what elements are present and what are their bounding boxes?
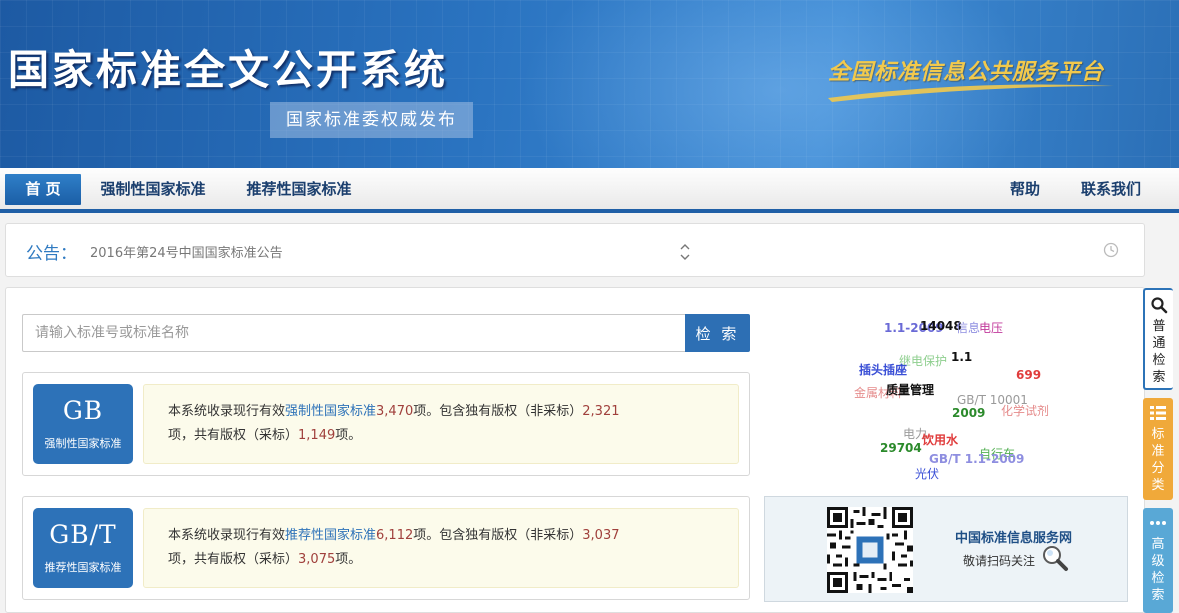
cloud-word[interactable]: 信息 xyxy=(956,319,980,336)
slogan-swoosh-icon xyxy=(828,84,1114,102)
cloud-word[interactable]: 699 xyxy=(1016,368,1041,382)
up-down-arrows-icon[interactable] xyxy=(678,241,692,263)
summary-prefix: 本系统收录现行有效 xyxy=(168,404,286,419)
cloud-word[interactable]: 1.1 xyxy=(951,350,972,364)
site-subtitle: 国家标准委权威发布 xyxy=(270,102,473,138)
main-nav: 首 页 强制性国家标准 推荐性国家标准 帮助 联系我们 xyxy=(0,168,1179,213)
qr-code-box: 中国标准信息服务网 敬请扫码关注 xyxy=(764,496,1128,602)
search-icon xyxy=(1151,297,1168,314)
cloud-word[interactable]: 化学试剂 xyxy=(1001,402,1049,419)
summary-shared: 1,149 xyxy=(298,428,336,443)
summary-shared: 3,075 xyxy=(298,552,336,567)
summary-mid1: 项。包含独有版权（非采标） xyxy=(413,528,583,543)
side-tab-advanced-search[interactable]: 高级检索 xyxy=(1143,508,1173,613)
announcement-bar: 公告： 2016年第24号中国国家标准公告 xyxy=(5,223,1145,277)
summary-category-link[interactable]: 强制性国家标准 xyxy=(285,404,376,419)
nav-home[interactable]: 首 页 xyxy=(5,174,81,205)
standard-card-gbt: GB/T 推荐性国家标准 本系统收录现行有效推荐性国家标准6,112项。包含独有… xyxy=(22,496,750,600)
standard-type: 推荐性国家标准 xyxy=(44,561,122,574)
summary-total: 3,470 xyxy=(376,404,414,419)
summary-category-link[interactable]: 推荐性国家标准 xyxy=(285,528,376,543)
side-tab-label: 高级检索 xyxy=(1151,537,1165,603)
standard-code: GB xyxy=(62,396,104,425)
cloud-word[interactable]: GB/T 1.1-2009 xyxy=(929,452,1024,466)
gb-badge[interactable]: GB 强制性国家标准 xyxy=(33,384,133,464)
grid-list-icon xyxy=(1150,406,1166,420)
nav-help[interactable]: 帮助 xyxy=(1008,174,1042,205)
standard-summary: 本系统收录现行有效推荐性国家标准6,112项。包含独有版权（非采标）3,037 项… xyxy=(143,508,739,588)
cloud-word[interactable]: 质量管理 xyxy=(886,381,934,398)
cloud-word[interactable]: 2009 xyxy=(952,406,985,420)
summary-prefix: 本系统收录现行有效 xyxy=(168,528,286,543)
summary-mid2: 项，共有版权（采标） xyxy=(168,552,299,567)
announcement-label: 公告： xyxy=(26,244,77,264)
side-tab-label: 标准分类 xyxy=(1151,427,1165,493)
side-tab-normal-search[interactable]: 普通检索 xyxy=(1143,288,1173,390)
qr-code-icon xyxy=(827,507,913,593)
nav-mandatory-standards[interactable]: 强制性国家标准 xyxy=(100,174,206,205)
more-dots-icon xyxy=(1150,521,1166,525)
gbt-badge[interactable]: GB/T 推荐性国家标准 xyxy=(33,508,133,588)
nav-contact-us[interactable]: 联系我们 xyxy=(1080,174,1142,205)
summary-mid2: 项，共有版权（采标） xyxy=(168,428,299,443)
summary-suffix: 项。 xyxy=(335,428,362,443)
standard-type: 强制性国家标准 xyxy=(44,437,122,450)
magnifier-icon xyxy=(1043,546,1068,571)
summary-suffix: 项。 xyxy=(335,552,362,567)
summary-mid1: 项。包含独有版权（非采标） xyxy=(413,404,583,419)
summary-total: 6,112 xyxy=(376,528,414,543)
keyword-cloud: 1.1-2009 14048 信息 电压 继电保护 1.1 插头插座 699 金… xyxy=(766,304,1128,500)
summary-exclusive: 3,037 xyxy=(582,528,620,543)
standard-summary: 本系统收录现行有效强制性国家标准3,470项。包含独有版权（非采标）2,321 项… xyxy=(143,384,739,464)
header-banner: 国家标准全文公开系统 国家标准委权威发布 全国标准信息公共服务平台 xyxy=(0,0,1179,168)
standard-code: GB/T xyxy=(49,520,117,549)
search-button[interactable]: 检 索 xyxy=(685,314,750,352)
cloud-word[interactable]: 饮用水 xyxy=(922,431,958,448)
announcement-text[interactable]: 2016年第24号中国国家标准公告 xyxy=(90,242,283,261)
summary-exclusive: 2,321 xyxy=(582,404,620,419)
clock-icon xyxy=(1103,242,1119,258)
site-title: 国家标准全文公开系统 xyxy=(8,46,448,94)
side-tab-label: 普通检索 xyxy=(1152,319,1166,385)
main-panel: 检 索 GB 强制性国家标准 本系统收录现行有效强制性国家标准3,470项。包含… xyxy=(5,287,1145,613)
cloud-word[interactable]: 插头插座 xyxy=(859,361,907,378)
cloud-word[interactable]: 29704 xyxy=(880,441,922,455)
qr-subtitle: 敬请扫码关注 xyxy=(963,554,1036,568)
standard-card-gb: GB 强制性国家标准 本系统收录现行有效强制性国家标准3,470项。包含独有版权… xyxy=(22,372,750,476)
nav-recommended-standards[interactable]: 推荐性国家标准 xyxy=(246,174,352,205)
search-input[interactable] xyxy=(22,314,685,352)
side-tab-classification[interactable]: 标准分类 xyxy=(1143,398,1173,500)
cloud-word[interactable]: 光伏 xyxy=(915,465,939,482)
cloud-word[interactable]: 电压 xyxy=(979,319,1003,336)
